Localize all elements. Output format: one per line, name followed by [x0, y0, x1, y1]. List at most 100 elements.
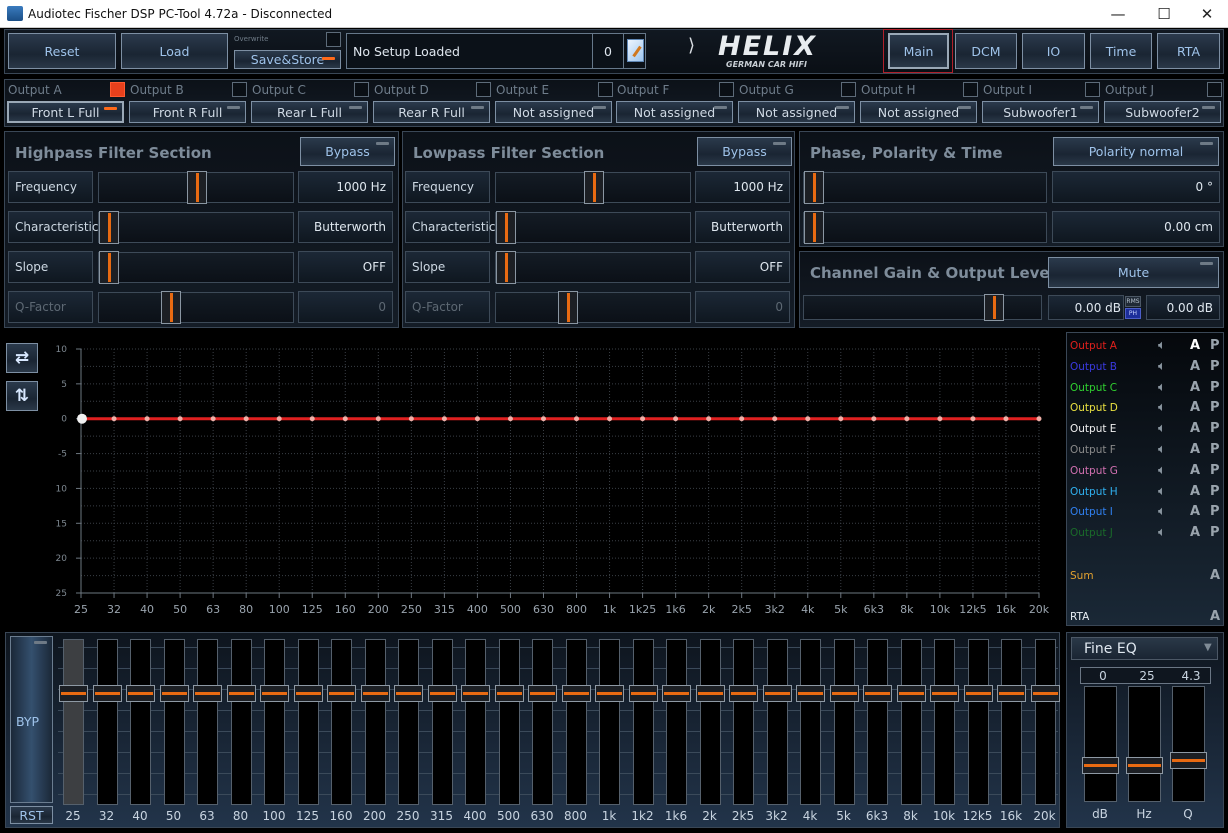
eq-fader-thumb[interactable]	[260, 685, 289, 702]
legend-item[interactable]: Output H 🔈︎ A P	[1070, 484, 1220, 502]
eq-bypass-button[interactable]: BYP	[10, 636, 53, 803]
output-link-checkbox[interactable]	[841, 82, 856, 97]
lowpass-bypass-button[interactable]: Bypass	[697, 137, 792, 166]
eq-fader-thumb[interactable]	[695, 685, 725, 702]
output-link-checkbox[interactable]	[232, 82, 247, 97]
highpass-slider[interactable]	[98, 211, 294, 244]
output-link-checkbox[interactable]	[598, 82, 613, 97]
eq-fader[interactable]	[293, 639, 323, 805]
eq-fader-thumb[interactable]	[394, 685, 423, 702]
fine-eq-fader[interactable]	[1170, 686, 1207, 802]
output-link-checkbox[interactable]	[1085, 82, 1100, 97]
eq-fader-thumb[interactable]	[561, 685, 591, 702]
highpass-row-value[interactable]: OFF	[298, 251, 393, 283]
edit-document-icon[interactable]	[627, 39, 644, 62]
phase-slider[interactable]	[803, 211, 1047, 244]
band-point[interactable]	[1003, 416, 1009, 422]
eq-fader-thumb[interactable]	[628, 685, 658, 702]
highpass-slider[interactable]	[98, 291, 294, 324]
eq-fader-thumb[interactable]	[963, 685, 993, 702]
output-link-checkbox[interactable]	[110, 82, 125, 97]
band-point[interactable]	[507, 416, 513, 422]
eq-fader-thumb[interactable]	[92, 685, 122, 702]
band-point[interactable]	[574, 416, 580, 422]
lowpass-slider[interactable]	[495, 251, 691, 284]
eq-fader[interactable]	[595, 639, 624, 805]
fine-eq-fader-thumb[interactable]	[1082, 757, 1119, 774]
band-point[interactable]	[673, 416, 679, 422]
lowpass-row-value[interactable]: 1000 Hz	[695, 171, 790, 203]
eq-fader[interactable]	[59, 639, 88, 805]
output-select-button[interactable]: Subwoofer2	[1104, 101, 1221, 123]
curve-toggle-a[interactable]: A	[1190, 421, 1200, 436]
highpass-slider-thumb[interactable]	[99, 251, 119, 284]
eq-fader[interactable]	[695, 639, 725, 805]
load-button[interactable]: Load	[121, 33, 228, 69]
nav-time[interactable]: Time	[1090, 33, 1152, 69]
legend-sum[interactable]: Sum A	[1070, 568, 1220, 586]
output-link-checkbox[interactable]	[476, 82, 491, 97]
lowpass-row-value[interactable]: Butterworth	[695, 211, 790, 243]
close-button[interactable]: ✕	[1184, 0, 1228, 28]
legend-item[interactable]: Output E 🔈︎ A P	[1070, 421, 1220, 439]
legend-item[interactable]: Output A 🔈︎ A P	[1070, 338, 1220, 356]
highpass-row-value[interactable]: 1000 Hz	[298, 171, 393, 203]
eq-fader[interactable]	[92, 639, 122, 805]
eq-fader[interactable]	[327, 639, 356, 805]
overwrite-checkbox[interactable]	[326, 32, 341, 47]
band-point[interactable]	[838, 416, 844, 422]
eq-fader-thumb[interactable]	[226, 685, 256, 702]
eq-fader[interactable]	[762, 639, 792, 805]
highpass-slider-thumb[interactable]	[160, 291, 181, 324]
maximize-button[interactable]: ☐	[1141, 0, 1187, 28]
eq-fader-thumb[interactable]	[729, 685, 758, 702]
eq-fader[interactable]	[528, 639, 557, 805]
eq-fader-thumb[interactable]	[494, 685, 524, 702]
eq-fader-thumb[interactable]	[59, 685, 88, 702]
eq-fader-thumb[interactable]	[1030, 685, 1060, 702]
band-point[interactable]	[144, 416, 150, 422]
band-point[interactable]	[408, 416, 414, 422]
highpass-slider-thumb[interactable]	[99, 211, 119, 244]
curve-toggle-p[interactable]: P	[1210, 484, 1220, 499]
eq-fader-thumb[interactable]	[461, 685, 490, 702]
legend-rta[interactable]: RTA A	[1070, 609, 1220, 627]
speaker-icon[interactable]: 🔈︎	[1158, 463, 1166, 478]
eq-fader-thumb[interactable]	[997, 685, 1026, 702]
fine-eq-fader[interactable]	[1082, 686, 1119, 802]
legend-item[interactable]: Output J 🔈︎ A P	[1070, 525, 1220, 543]
eq-fader-thumb[interactable]	[193, 685, 222, 702]
band-point[interactable]	[276, 416, 282, 422]
band-point[interactable]	[871, 416, 877, 422]
band-point[interactable]	[441, 416, 447, 422]
reset-button[interactable]: Reset	[8, 33, 116, 69]
output-link-checkbox[interactable]	[719, 82, 734, 97]
eq-fader[interactable]	[126, 639, 155, 805]
eq-fader-thumb[interactable]	[829, 685, 859, 702]
sum-toggle-a[interactable]: A	[1210, 568, 1220, 583]
eq-fader[interactable]	[159, 639, 189, 805]
phase-row-value[interactable]: 0 °	[1052, 171, 1220, 203]
eq-fader[interactable]	[896, 639, 926, 805]
gain-slider[interactable]	[803, 294, 1042, 321]
speaker-icon[interactable]: 🔈︎	[1158, 338, 1166, 353]
eq-fader[interactable]	[461, 639, 490, 805]
eq-fader[interactable]	[662, 639, 691, 805]
rta-toggle-a[interactable]: A	[1210, 609, 1220, 624]
speaker-icon[interactable]: 🔈︎	[1158, 525, 1166, 540]
fine-eq-mode-select[interactable]: Fine EQ ▼	[1071, 637, 1218, 660]
speaker-icon[interactable]: 🔈︎	[1158, 421, 1166, 436]
nav-rta[interactable]: RTA	[1157, 33, 1220, 69]
lowpass-row-value[interactable]: OFF	[695, 251, 790, 283]
peak-toggle[interactable]: PH	[1125, 308, 1141, 319]
eq-fader-thumb[interactable]	[293, 685, 323, 702]
swap-horizontal-button[interactable]: ⇄	[6, 343, 38, 373]
eq-fader[interactable]	[729, 639, 758, 805]
nav-main[interactable]: Main	[888, 33, 949, 69]
phase-slider[interactable]	[803, 171, 1047, 204]
curve-toggle-p[interactable]: P	[1210, 338, 1220, 353]
curve-toggle-p[interactable]: P	[1210, 380, 1220, 395]
output-select-button[interactable]: Rear R Full	[373, 101, 490, 123]
speaker-icon[interactable]: 🔈︎	[1158, 484, 1166, 499]
phase-row-value[interactable]: 0.00 cm	[1052, 211, 1220, 243]
